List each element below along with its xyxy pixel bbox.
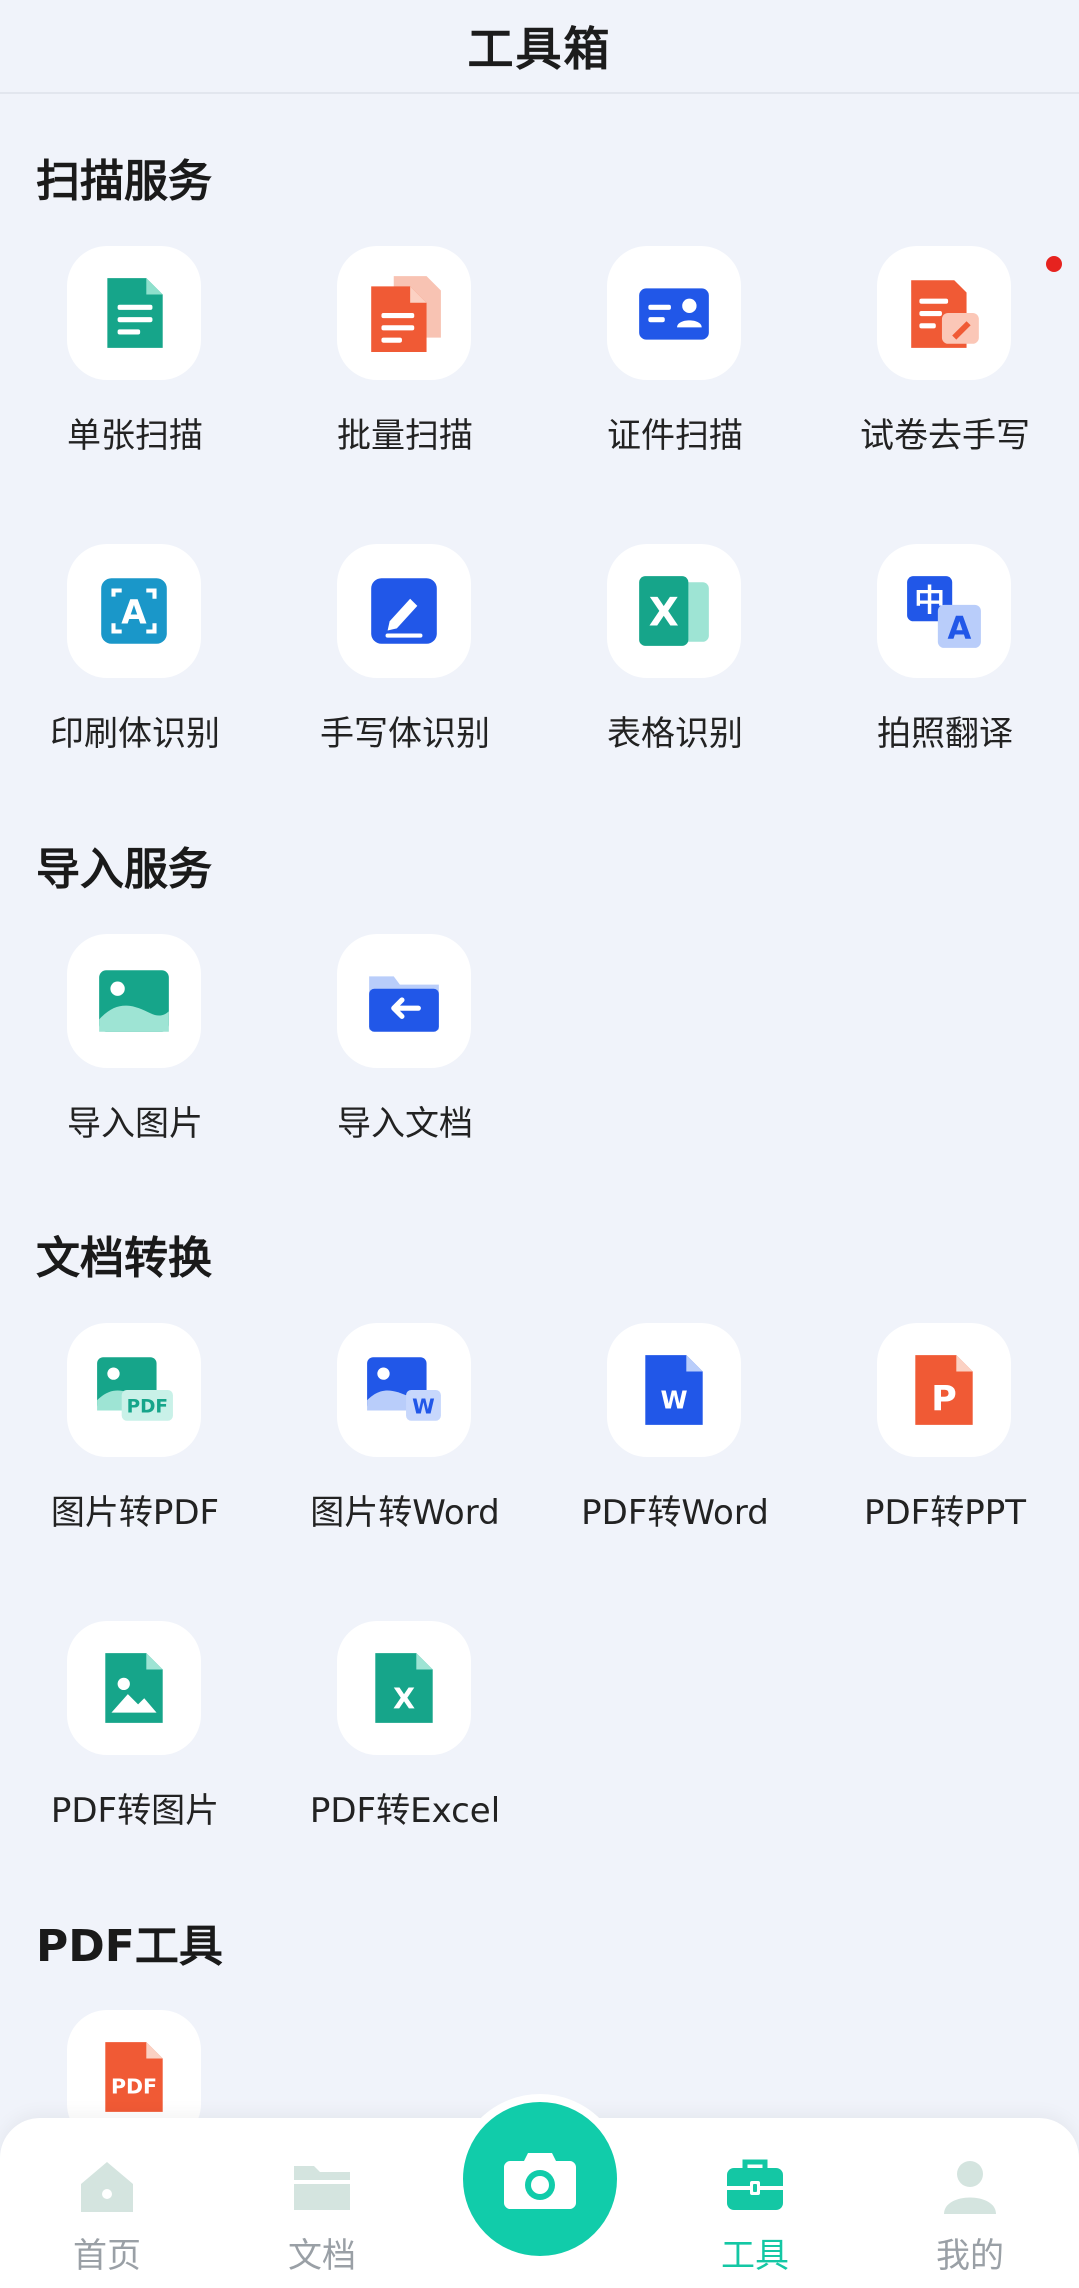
svg-text:PDF: PDF	[111, 2074, 157, 2098]
camera-icon	[504, 2153, 576, 2209]
tool-label: 导入图片	[67, 1104, 203, 1144]
section-title-import: 导入服务	[36, 844, 212, 895]
image-icon	[99, 970, 169, 1032]
translate-icon: 中 A	[907, 576, 981, 648]
section-title-pdf: PDF工具	[36, 1921, 223, 1972]
tool-photo-translate[interactable]: 中 A 拍照翻译	[810, 544, 1079, 804]
home-icon	[81, 2162, 133, 2212]
tool-import-image[interactable]: 导入图片	[0, 934, 270, 1194]
tool-label: PDF转Excel	[309, 1791, 501, 1831]
tool-label: 试卷去手写	[860, 416, 1030, 456]
pdf-to-image-icon	[105, 1653, 163, 1723]
nav-tools[interactable]: 工具	[680, 2154, 830, 2284]
tool-image-to-pdf[interactable]: PDF 图片转PDF	[0, 1323, 270, 1583]
svg-text:W: W	[412, 1395, 435, 1419]
folder-import-icon	[369, 976, 439, 1032]
tool-label: 导入文档	[337, 1104, 473, 1144]
tool-id-scan[interactable]: 证件扫描	[540, 246, 810, 506]
nav-mine[interactable]: 我的	[895, 2154, 1045, 2284]
tool-label: 图片转PDF	[50, 1493, 220, 1533]
tool-label: 印刷体识别	[50, 714, 220, 754]
erase-handwriting-icon	[911, 280, 979, 348]
svg-text:W: W	[660, 1385, 687, 1414]
tool-import-document[interactable]: 导入文档	[270, 934, 540, 1194]
tool-pdf-to-word[interactable]: W PDF转Word	[540, 1323, 810, 1583]
section-title-convert: 文档转换	[36, 1233, 212, 1284]
tool-pdf-to-excel[interactable]: X PDF转Excel	[270, 1621, 540, 1881]
notification-dot	[1046, 256, 1062, 272]
svg-text:X: X	[649, 590, 679, 635]
tool-label: 图片转Word	[310, 1493, 500, 1533]
image-to-pdf-icon: PDF	[97, 1357, 173, 1421]
batch-document-icon	[371, 276, 441, 352]
nav-label: 工具	[721, 2236, 789, 2276]
svg-text:A: A	[121, 593, 147, 631]
nav-label: 文档	[288, 2236, 356, 2276]
handwriting-pen-icon	[371, 578, 437, 644]
nav-label: 我的	[936, 2236, 1004, 2276]
tool-label: PDF转PPT	[863, 1493, 1026, 1533]
pdf-to-excel-icon: X	[375, 1653, 433, 1723]
excel-table-icon: X	[639, 576, 709, 646]
nav-label: 首页	[73, 2236, 141, 2276]
document-icon	[107, 278, 163, 348]
page-title: 工具箱	[467, 22, 612, 76]
tool-label: 批量扫描	[337, 416, 473, 456]
tool-label: 拍照翻译	[877, 714, 1013, 754]
word-icon: W	[645, 1355, 703, 1425]
nav-docs[interactable]: 文档	[247, 2154, 397, 2284]
tool-pdf-to-ppt[interactable]: P PDF转PPT	[810, 1323, 1079, 1583]
tool-label: PDF转Word	[581, 1493, 769, 1533]
id-card-icon	[639, 288, 709, 340]
tool-erase-handwriting[interactable]: 试卷去手写	[810, 246, 1079, 506]
tool-table-ocr[interactable]: X 表格识别	[540, 544, 810, 804]
nav-home[interactable]: 首页	[32, 2154, 182, 2284]
svg-text:PDF: PDF	[127, 1397, 168, 1418]
tool-print-ocr[interactable]: A 印刷体识别	[0, 544, 270, 804]
tool-image-to-word[interactable]: W 图片转Word	[270, 1323, 540, 1583]
tool-label: 单张扫描	[67, 416, 203, 456]
tool-single-scan[interactable]: 单张扫描	[0, 246, 270, 506]
tool-label: 证件扫描	[607, 416, 743, 456]
svg-text:X: X	[393, 1682, 415, 1716]
user-icon	[944, 2161, 996, 2214]
tool-pdf-to-image[interactable]: PDF转图片	[0, 1621, 270, 1881]
ppt-icon: P	[915, 1355, 973, 1425]
folder-icon	[294, 2166, 350, 2210]
section-title-scan: 扫描服务	[36, 156, 212, 207]
ocr-print-icon: A	[101, 578, 167, 644]
svg-text:A: A	[947, 611, 971, 647]
tool-label: PDF转图片	[50, 1791, 220, 1831]
tool-handwriting-ocr[interactable]: 手写体识别	[270, 544, 540, 804]
tool-batch-scan[interactable]: 批量扫描	[270, 246, 540, 506]
camera-button[interactable]	[455, 2094, 625, 2264]
pdf-icon: PDF	[105, 2042, 163, 2112]
top-header: 工具箱	[0, 0, 1079, 94]
tool-label: 手写体识别	[320, 714, 490, 754]
toolbox-icon	[727, 2159, 783, 2210]
svg-text:P: P	[931, 1380, 957, 1420]
image-to-word-icon: W	[367, 1357, 441, 1421]
tool-label: 表格识别	[607, 714, 743, 754]
